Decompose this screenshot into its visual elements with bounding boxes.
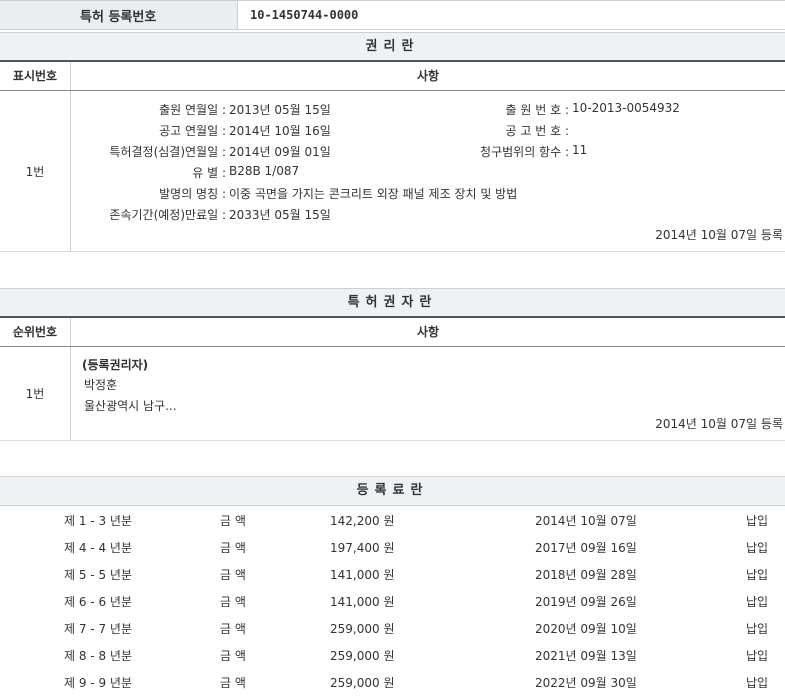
fee-row: 제 4 - 4 년분 금 액 197,400 원 2017년 09월 16일 납입 xyxy=(0,533,785,560)
fee-status: 납입 xyxy=(746,514,769,528)
rights-table-header: 표시번호 사항 xyxy=(0,62,785,91)
fee-amount: 259,000 원 xyxy=(330,622,395,636)
fee-period: 제 1 - 3 년분 xyxy=(64,514,132,528)
holders-row: 1번 (등록권리자) 박정훈 울산광역시 남구... 2014년 10월 07일… xyxy=(0,347,785,441)
holders-table-header: 순위번호 사항 xyxy=(0,318,785,347)
registration-number-bar: 특허 등록번호 10-1450744-0000 xyxy=(0,0,785,30)
fee-period: 제 9 - 9 년분 xyxy=(64,676,132,690)
fee-period: 제 5 - 5 년분 xyxy=(64,568,132,582)
rights-field-label: 공고 연월일 : xyxy=(159,124,226,138)
rights-field-label: 청구범위의 항수 : xyxy=(480,145,569,159)
rights-field-value: 2014년 10월 16일 xyxy=(229,124,331,138)
rights-field-value: B28B 1/087 xyxy=(229,164,300,178)
rights-field-label: 출 원 번 호 : xyxy=(505,103,569,117)
fee-period: 제 6 - 6 년분 xyxy=(64,595,132,609)
fee-status: 납입 xyxy=(746,649,769,663)
fee-status: 납입 xyxy=(746,541,769,555)
rights-field-label: 발명의 명칭 : xyxy=(159,187,226,201)
rights-col-item: 사항 xyxy=(416,69,440,83)
rights-field-label: 존속기간(예정)만료일 : xyxy=(109,208,226,222)
fee-period: 제 8 - 8 년분 xyxy=(64,649,132,663)
registration-number-value: 10-1450744-0000 xyxy=(250,8,359,22)
fee-date: 2014년 10월 07일 xyxy=(535,514,637,528)
fees-section-title: 등록료란 xyxy=(0,476,785,506)
rights-field-value: 이중 곡면을 가지는 콘크리트 외장 패널 제조 장치 및 방법 xyxy=(229,187,518,201)
fee-amount-label: 금 액 xyxy=(220,514,246,528)
holder-heading: (등록권리자) xyxy=(82,358,149,372)
fee-amount-label: 금 액 xyxy=(220,649,246,663)
fee-period: 제 7 - 7 년분 xyxy=(64,622,132,636)
holder-address: 울산광역시 남구... xyxy=(84,399,177,413)
fee-row: 제 8 - 8 년분 금 액 259,000 원 2021년 09월 13일 납입 xyxy=(0,641,785,668)
fee-amount-label: 금 액 xyxy=(220,622,246,636)
rights-row: 1번 출원 연월일 :2013년 05월 15일 공고 연월일 :2014년 10… xyxy=(0,91,785,252)
fee-amount: 259,000 원 xyxy=(330,676,395,690)
rights-section-title: 권리란 xyxy=(0,32,785,62)
fee-amount-label: 금 액 xyxy=(220,568,246,582)
holders-section-title: 특허권자란 xyxy=(0,288,785,318)
holders-row-num: 1번 xyxy=(0,347,71,440)
rights-field-value: 2033년 05월 15일 xyxy=(229,208,331,222)
fee-row: 제 9 - 9 년분 금 액 259,000 원 2022년 09월 30일 납입 xyxy=(0,668,785,695)
rights-field-value: 10-2013-0054932 xyxy=(572,101,680,115)
fee-amount-label: 금 액 xyxy=(220,676,246,690)
fee-date: 2022년 09월 30일 xyxy=(535,676,637,690)
holders-col-item: 사항 xyxy=(416,325,440,339)
rights-registration-date: 2014년 10월 07일 등록 xyxy=(655,228,783,242)
fee-date: 2018년 09월 28일 xyxy=(535,568,637,582)
fee-row: 제 6 - 6 년분 금 액 141,000 원 2019년 09월 26일 납입 xyxy=(0,587,785,614)
fee-period: 제 4 - 4 년분 xyxy=(64,541,132,555)
fee-date: 2021년 09월 13일 xyxy=(535,649,637,663)
fee-row: 제 5 - 5 년분 금 액 141,000 원 2018년 09월 28일 납입 xyxy=(0,560,785,587)
fee-amount: 259,000 원 xyxy=(330,649,395,663)
fee-amount: 197,400 원 xyxy=(330,541,395,555)
fee-row: 제 7 - 7 년분 금 액 259,000 원 2020년 09월 10일 납입 xyxy=(0,614,785,641)
fee-amount: 142,200 원 xyxy=(330,514,395,528)
fee-status: 납입 xyxy=(746,676,769,690)
rights-field-label: 출원 연월일 : xyxy=(159,103,226,117)
holder-name: 박정훈 xyxy=(84,378,118,392)
fee-date: 2017년 09월 16일 xyxy=(535,541,637,555)
rights-field-value: 2013년 05월 15일 xyxy=(229,103,331,117)
fee-amount: 141,000 원 xyxy=(330,568,395,582)
fee-row: 제 1 - 3 년분 금 액 142,200 원 2014년 10월 07일 납입 xyxy=(0,506,785,533)
fee-status: 납입 xyxy=(746,568,769,582)
fee-date: 2019년 09월 26일 xyxy=(535,595,637,609)
holders-registration-date: 2014년 10월 07일 등록 xyxy=(655,417,783,431)
registration-number-label: 특허 등록번호 xyxy=(0,1,238,29)
fee-date: 2020년 09월 10일 xyxy=(535,622,637,636)
fee-amount-label: 금 액 xyxy=(220,595,246,609)
rights-field-value: 11 xyxy=(572,143,588,157)
fee-amount: 141,000 원 xyxy=(330,595,395,609)
holders-col-num: 순위번호 xyxy=(0,318,71,346)
fee-status: 납입 xyxy=(746,595,769,609)
rights-row-num: 1번 xyxy=(0,91,71,251)
fee-amount-label: 금 액 xyxy=(220,541,246,555)
rights-field-value: 2014년 09월 01일 xyxy=(229,145,331,159)
fee-status: 납입 xyxy=(746,622,769,636)
rights-col-num: 표시번호 xyxy=(0,62,71,90)
rights-field-label: 유 별 : xyxy=(192,166,226,180)
rights-field-label: 특허결정(심결)연월일 : xyxy=(109,145,226,159)
rights-field-label: 공 고 번 호 : xyxy=(505,124,569,138)
